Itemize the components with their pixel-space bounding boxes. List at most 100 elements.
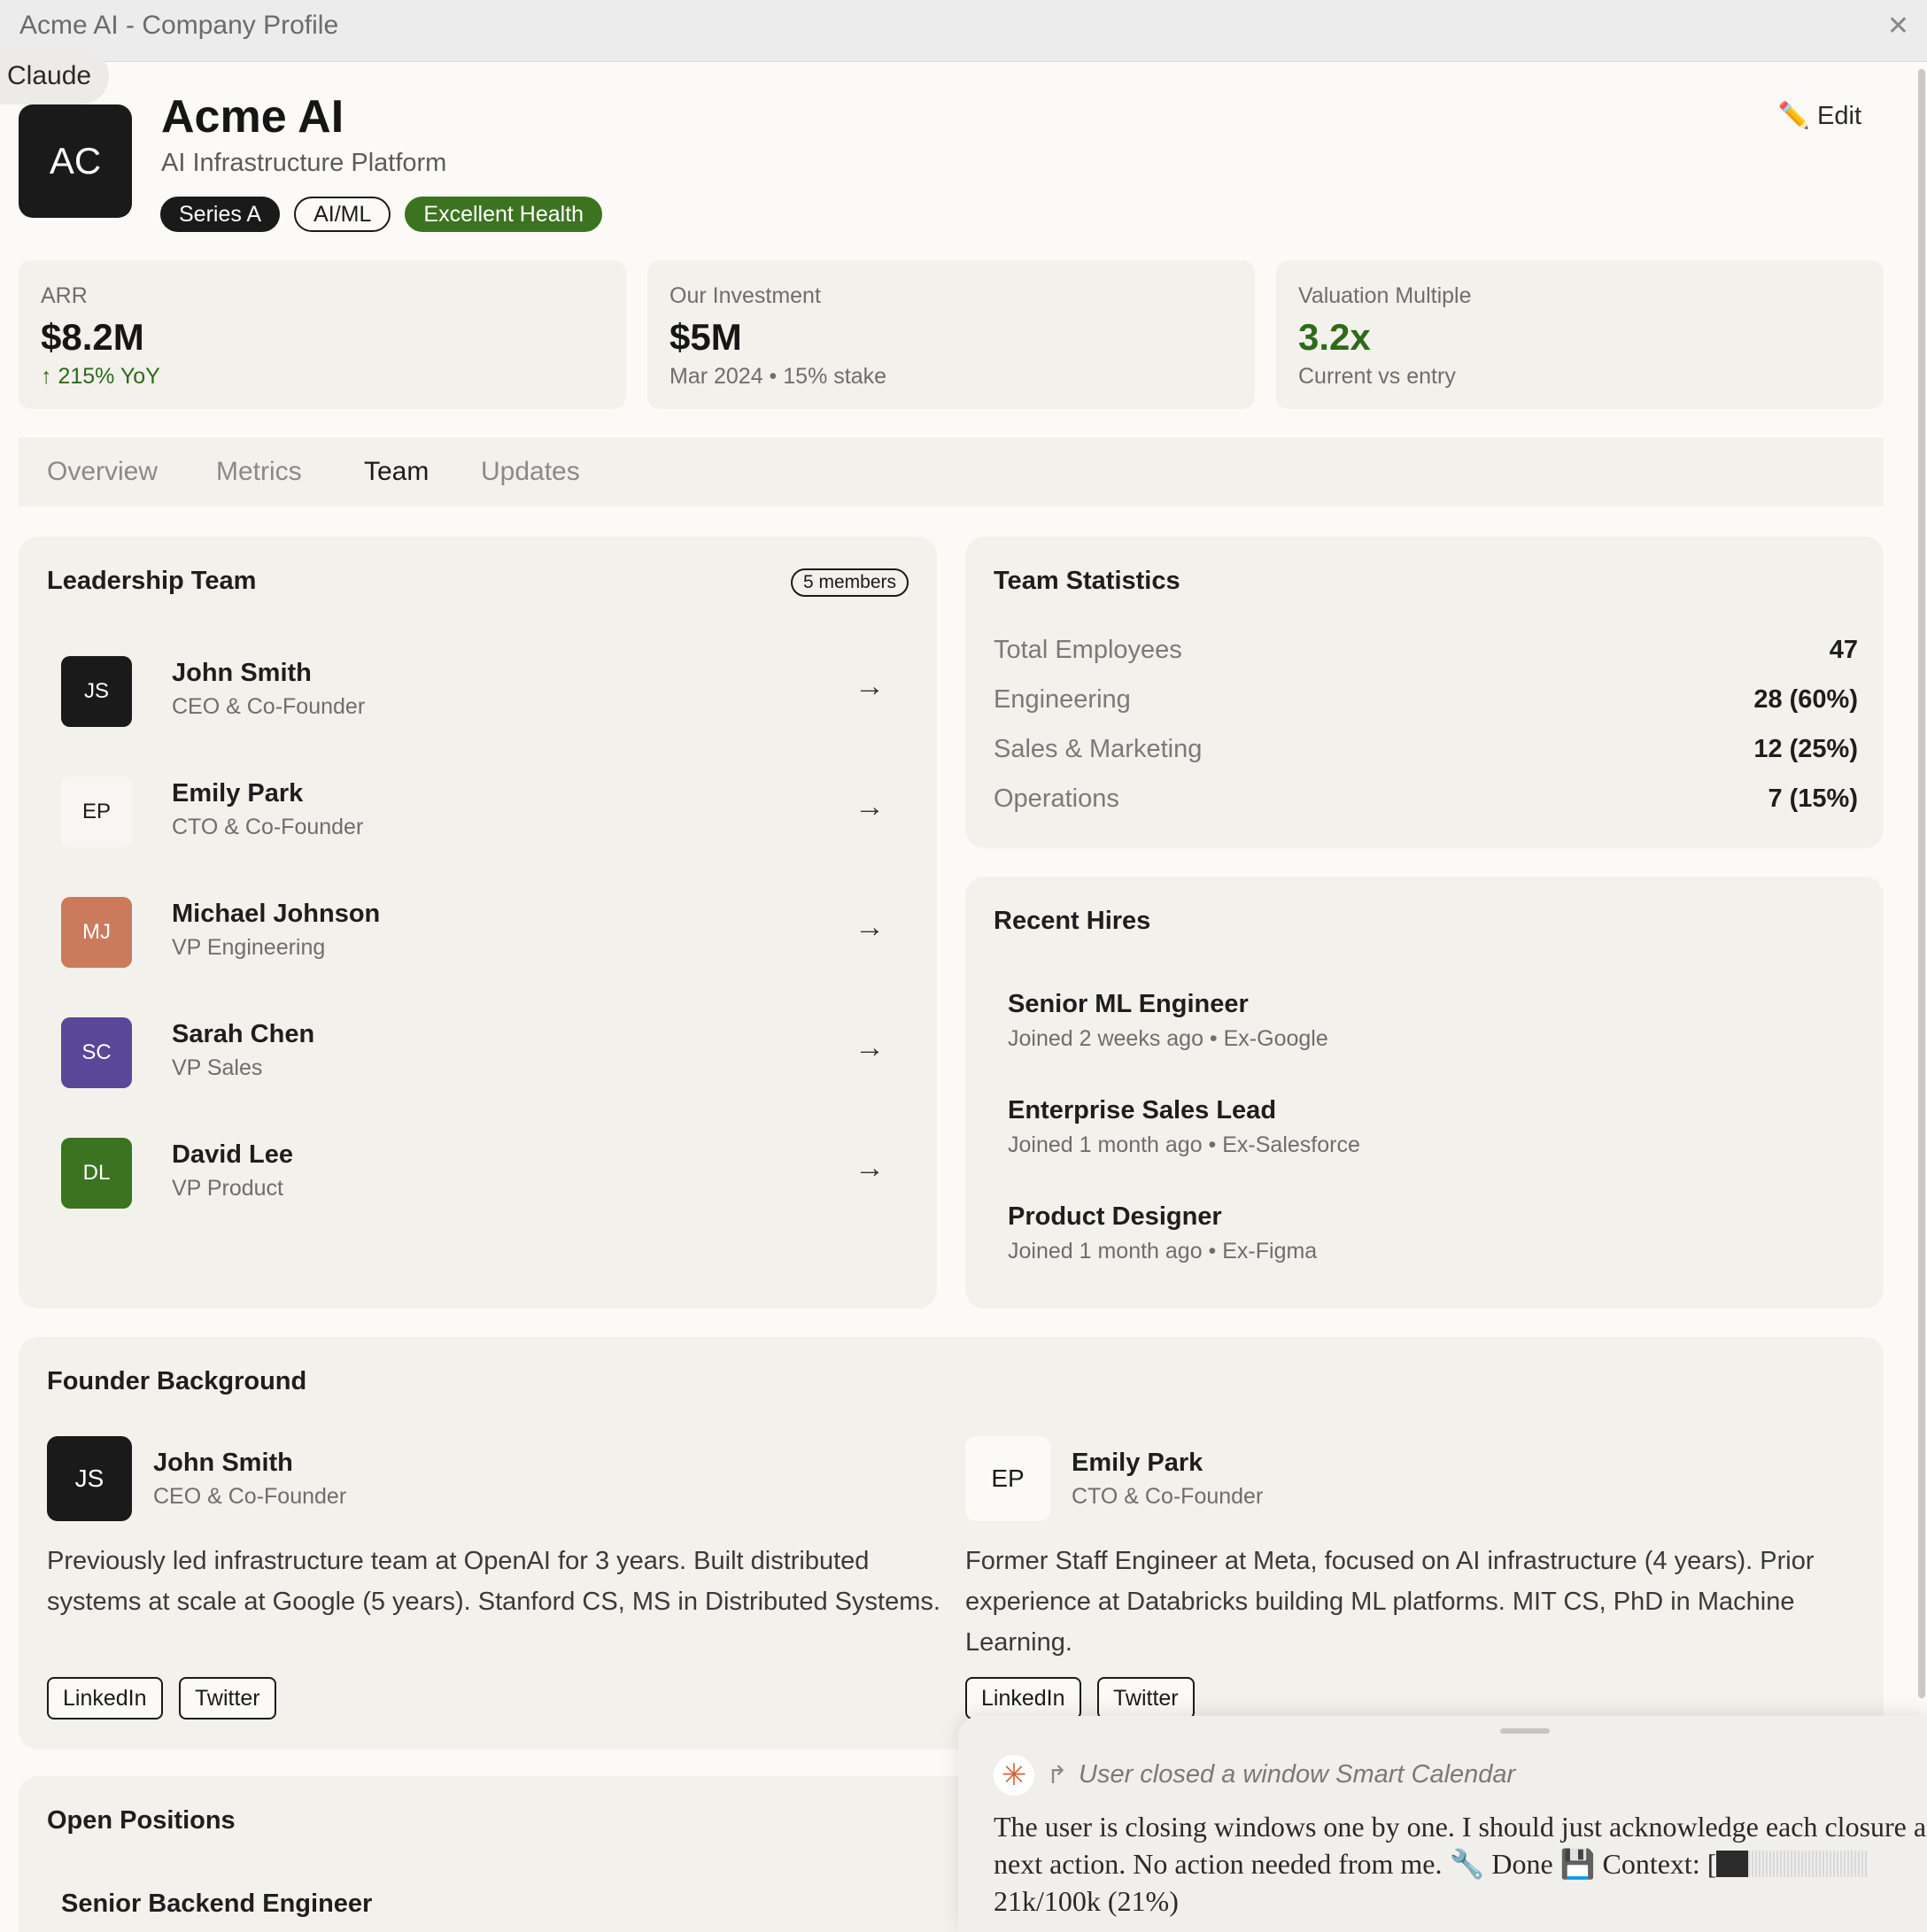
member-role: VP Sales — [172, 1055, 263, 1080]
recent-hires-title: Recent Hires — [994, 907, 1151, 935]
badge-sector: AI/ML — [294, 197, 391, 232]
avatar: DL — [61, 1138, 132, 1209]
hire-title: Senior ML Engineer — [1008, 990, 1249, 1018]
context-usage-bar — [1716, 1851, 1868, 1877]
company-subtitle: AI Infrastructure Platform — [161, 149, 447, 177]
drag-handle[interactable] — [1500, 1728, 1550, 1734]
stat-row-label: Engineering — [994, 685, 1131, 714]
assistant-overlay: ✳ ↱ User closed a window Smart Calendar … — [958, 1716, 1927, 1932]
window-titlebar: Acme AI - Company Profile ✕ — [0, 0, 1927, 62]
member-role: VP Engineering — [172, 935, 326, 960]
arrow-right-icon[interactable]: → — [855, 1031, 885, 1065]
company-avatar: AC — [19, 104, 132, 218]
hire-sub: Joined 1 month ago • Ex-Figma — [1008, 1239, 1318, 1264]
stat-label: Our Investment — [669, 283, 821, 308]
edit-button[interactable]: ✏️ Edit — [1778, 101, 1861, 131]
tab-metrics[interactable]: Metrics — [216, 457, 302, 487]
stat-row-value: 12 (25%) — [1753, 735, 1858, 763]
avatar: JS — [47, 1436, 132, 1521]
stat-row-value: 28 (60%) — [1753, 685, 1858, 714]
stat-row-label: Sales & Marketing — [994, 735, 1203, 763]
hire-sub: Joined 1 month ago • Ex-Salesforce — [1008, 1132, 1360, 1157]
avatar: MJ — [61, 897, 132, 968]
member-row[interactable]: EP Emily Park CTO & Co-Founder → — [61, 772, 885, 852]
stat-card-investment: Our Investment $5M Mar 2024 • 15% stake — [647, 260, 1255, 409]
stat-sub: Mar 2024 • 15% stake — [669, 364, 886, 389]
stat-row: Operations 7 (15%) — [994, 784, 1858, 820]
hire-title: Product Designer — [1008, 1202, 1222, 1231]
twitter-button[interactable]: Twitter — [179, 1677, 276, 1719]
member-row[interactable]: SC Sarah Chen VP Sales → — [61, 1013, 885, 1093]
hire-title: Enterprise Sales Lead — [1008, 1096, 1277, 1124]
close-icon[interactable]: ✕ — [1887, 11, 1909, 42]
scrollbar[interactable] — [1918, 69, 1925, 1698]
founder-name: Emily Park — [1072, 1449, 1203, 1477]
stat-value: 3.2x — [1298, 316, 1371, 358]
member-name: Emily Park — [172, 779, 304, 808]
company-badges: Series A AI/ML Excellent Health — [160, 197, 603, 232]
tab-bar: Overview Metrics Team Updates — [19, 437, 1884, 506]
linkedin-button[interactable]: LinkedIn — [47, 1677, 163, 1719]
tab-team[interactable]: Team — [364, 457, 429, 487]
stat-row-label: Total Employees — [994, 636, 1182, 664]
avatar: JS — [61, 656, 132, 727]
stat-value: $5M — [669, 316, 742, 358]
member-name: David Lee — [172, 1140, 293, 1169]
stat-row-label: Operations — [994, 784, 1119, 813]
tab-overview[interactable]: Overview — [47, 457, 158, 487]
arrow-right-icon[interactable]: → — [855, 910, 885, 945]
member-name: Sarah Chen — [172, 1020, 315, 1048]
event-arrow-icon: ↱ — [1047, 1761, 1068, 1789]
arrow-right-icon[interactable]: → — [855, 669, 885, 704]
founder-role: CTO & Co-Founder — [1072, 1484, 1264, 1509]
leadership-title: Leadership Team — [47, 567, 257, 595]
badge-health: Excellent Health — [405, 197, 603, 232]
hire-item: Enterprise Sales Lead Joined 1 month ago… — [1008, 1096, 1805, 1158]
member-name: Michael Johnson — [172, 900, 381, 928]
stat-value: $8.2M — [41, 316, 144, 358]
position-title[interactable]: Senior Backend Engineer — [61, 1889, 372, 1919]
founder-bio: Previously led infrastructure team at Op… — [47, 1547, 940, 1616]
avatar: SC — [61, 1017, 132, 1088]
company-name: Acme AI — [161, 91, 344, 143]
stat-card-valuation: Valuation Multiple 3.2x Current vs entry — [1276, 260, 1884, 409]
stat-row-value: 7 (15%) — [1768, 784, 1858, 813]
stat-row: Total Employees 47 — [994, 636, 1858, 671]
founder-name: John Smith — [153, 1449, 293, 1477]
stat-row: Engineering 28 (60%) — [994, 685, 1858, 721]
claude-tab[interactable]: Claude — [0, 48, 110, 104]
member-role: CTO & Co-Founder — [172, 815, 364, 839]
linkedin-button[interactable]: LinkedIn — [965, 1677, 1081, 1719]
founder-bio: Former Staff Engineer at Meta, focused o… — [965, 1547, 1815, 1657]
event-text: User closed a window Smart Calendar — [1079, 1760, 1516, 1789]
member-row[interactable]: DL David Lee VP Product → — [61, 1133, 885, 1213]
claude-spark-icon: ✳ — [994, 1755, 1034, 1796]
arrow-right-icon[interactable]: → — [855, 1151, 885, 1186]
hire-item: Product Designer Joined 1 month ago • Ex… — [1008, 1202, 1805, 1264]
stat-row: Sales & Marketing 12 (25%) — [994, 735, 1858, 770]
assistant-message: The user is closing windows one by one. … — [994, 1808, 1927, 1920]
avatar: EP — [965, 1436, 1050, 1521]
stat-card-arr: ARR $8.2M ↑ 215% YoY — [19, 260, 626, 409]
members-count-badge: 5 members — [790, 568, 909, 597]
window-title: Acme AI - Company Profile — [19, 11, 339, 40]
member-role: CEO & Co-Founder — [172, 694, 366, 719]
member-role: VP Product — [172, 1176, 284, 1201]
avatar: EP — [61, 777, 132, 847]
member-row[interactable]: MJ Michael Johnson VP Engineering → — [61, 893, 885, 972]
arrow-right-icon[interactable]: → — [855, 790, 885, 824]
member-name: John Smith — [172, 659, 312, 687]
tab-updates[interactable]: Updates — [481, 457, 580, 487]
team-stats-panel: Team Statistics Total Employees 47 Engin… — [965, 537, 1884, 848]
stat-label: Valuation Multiple — [1298, 283, 1472, 308]
open-positions-title: Open Positions — [47, 1806, 236, 1835]
stat-label: ARR — [41, 283, 88, 308]
badge-stage: Series A — [160, 197, 281, 232]
twitter-button[interactable]: Twitter — [1097, 1677, 1195, 1719]
team-stats-title: Team Statistics — [994, 567, 1180, 595]
founder-panel: Founder Background JS John Smith CEO & C… — [19, 1337, 1884, 1750]
member-row[interactable]: JS John Smith CEO & Co-Founder → — [61, 652, 885, 731]
leadership-panel: Leadership Team 5 members JS John Smith … — [19, 537, 937, 1309]
founder-title: Founder Background — [47, 1367, 307, 1395]
founder-role: CEO & Co-Founder — [153, 1484, 347, 1509]
